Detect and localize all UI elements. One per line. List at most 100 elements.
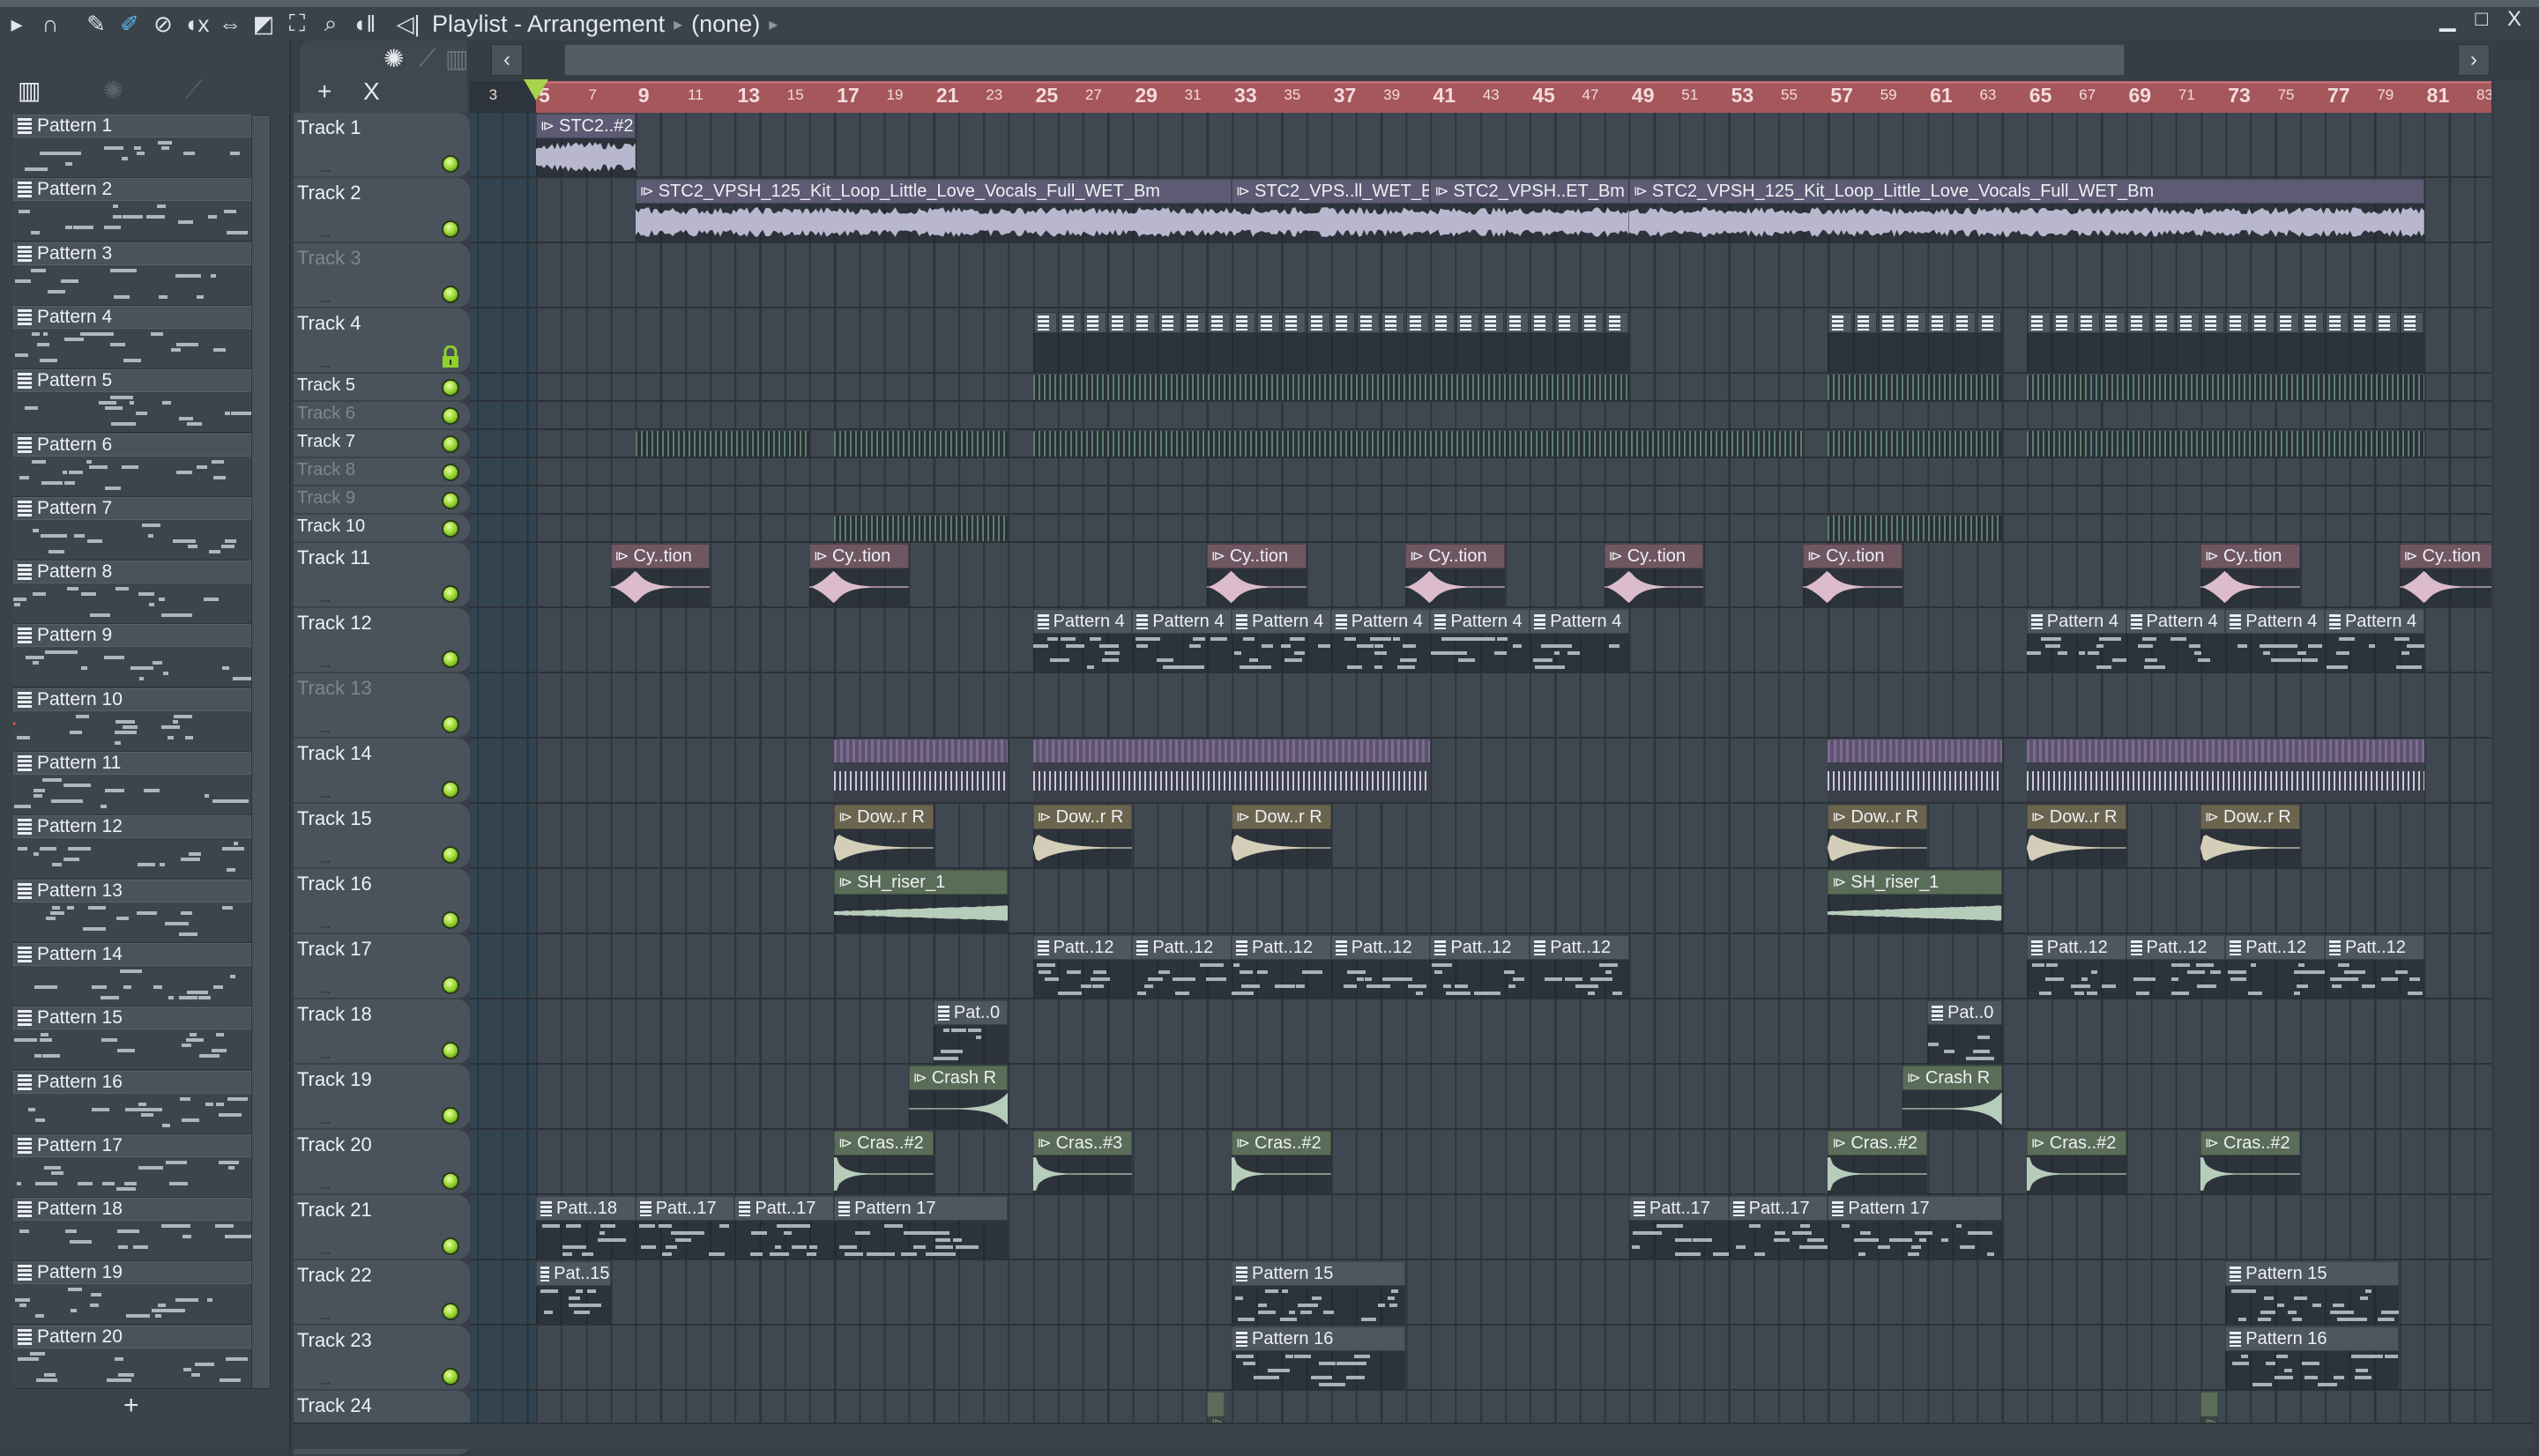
pattern-block[interactable] — [1431, 312, 1455, 333]
clip-header[interactable]: Patt..12 — [2225, 935, 2325, 960]
clip-header[interactable]: Pattern 4 — [1430, 609, 1530, 634]
timeline-ruler[interactable]: 3 5 7 9 11 13 15 17 19 21 23 25 27 29 31 33 35 37 39 41 43 45… — [470, 81, 2491, 113]
pattern-block[interactable] — [2201, 312, 2225, 333]
pattern-block[interactable] — [2251, 312, 2275, 333]
clip-header[interactable]: ⧐ Cras..#3 — [1032, 1131, 1133, 1155]
pattern-header[interactable]: Pattern 7 — [13, 496, 251, 520]
clip-header[interactable]: ⧐ Cy..tion — [808, 544, 909, 568]
audio-clip[interactable]: ⧐ Dow..r R — [1032, 805, 1133, 867]
clip-header[interactable]: ⧐ Cy..tion — [1803, 544, 1902, 568]
clip-header[interactable]: Pattern 4 — [1132, 609, 1232, 634]
clip-header[interactable]: Patt..12 — [1330, 935, 1431, 960]
clip-header[interactable]: Patt..12 — [2026, 935, 2126, 960]
track-enable-led[interactable] — [442, 1042, 459, 1059]
track-header[interactable]: Track 18... — [294, 999, 470, 1065]
pencil-draw-icon[interactable]: ✎ — [79, 9, 113, 39]
track-enable-led[interactable] — [442, 716, 459, 733]
clip-header[interactable]: Pattern 4 — [2126, 609, 2226, 634]
pattern-clip[interactable]: Pattern 4 — [1232, 609, 1331, 672]
pattern-block[interactable] — [2051, 312, 2076, 333]
pattern-header[interactable]: Pattern 18 — [13, 1198, 251, 1222]
track-menu[interactable]: ... — [320, 1177, 331, 1192]
pattern-item[interactable]: Pattern 15 — [13, 1007, 251, 1071]
track-enable-led[interactable] — [442, 977, 459, 994]
slice-icon[interactable]: ◩ — [247, 9, 280, 39]
pattern-header[interactable]: Pattern 10 — [13, 687, 251, 711]
pattern-block[interactable] — [2151, 312, 2175, 333]
track-menu[interactable]: ... — [320, 226, 331, 240]
track-header[interactable]: Track 15... — [294, 804, 470, 869]
track-enable-led[interactable] — [442, 286, 459, 303]
horizontal-scrollbar[interactable] — [294, 1423, 2533, 1449]
pattern-block[interactable] — [1853, 312, 1877, 333]
clip-header[interactable]: Pattern 16 — [2225, 1326, 2400, 1351]
pattern-header[interactable]: Pattern 14 — [13, 942, 251, 966]
clip-header[interactable]: Pat..15 — [536, 1261, 611, 1286]
clip-header[interactable]: ⧐ Crash R — [908, 1066, 1009, 1090]
track-menu[interactable]: ... — [320, 1243, 331, 1257]
track-header[interactable]: Track 13... — [294, 673, 470, 739]
pattern-item[interactable]: Pattern 17 — [13, 1133, 251, 1198]
clip-header[interactable]: Patt..12 — [1430, 935, 1530, 960]
clip-header[interactable]: ⧐ Cy..tion — [1206, 544, 1307, 568]
track-enable-led[interactable] — [442, 464, 459, 481]
clip-header[interactable]: Pat..0 — [933, 1000, 1009, 1025]
audio-wave-icon[interactable]: ✺ — [383, 44, 404, 73]
clip-header[interactable]: ⧐ STC2..#2 — [536, 114, 636, 138]
track-header[interactable]: Track 19... — [294, 1065, 470, 1130]
pattern-block[interactable] — [1480, 312, 1504, 333]
audio-clip[interactable]: ⧐ Cras..#2 — [2200, 1131, 2300, 1193]
audio-clip[interactable]: ⧐ STC2_VPSH_125_Kit_Loop_Little_Love_Voca… — [635, 179, 1232, 241]
track-menu[interactable]: ... — [320, 1373, 331, 1387]
track-header[interactable]: Track 10 — [294, 515, 470, 543]
pattern-clip[interactable]: Pattern 4 — [1330, 609, 1431, 672]
pattern-clip[interactable]: Patt..12 — [2324, 935, 2424, 998]
pattern-clip[interactable]: Pattern 15 — [2225, 1261, 2400, 1324]
clip-header[interactable]: ⧐ Dow..r R — [1032, 805, 1133, 829]
track-menu[interactable]: ... — [320, 591, 331, 605]
pattern-header[interactable]: Pattern 9 — [13, 624, 251, 648]
track-menu[interactable]: ... — [320, 721, 331, 735]
clip-header[interactable]: Patt..12 — [1032, 935, 1133, 960]
clip-header[interactable]: Pattern 4 — [2026, 609, 2126, 634]
pattern-item[interactable]: Pattern 7 — [13, 496, 251, 561]
pattern-item[interactable]: Pattern 4 — [13, 305, 251, 369]
clip-header[interactable]: ⧐ Cras..#2 — [2200, 1131, 2300, 1155]
clip-header[interactable]: Patt..12 — [2126, 935, 2226, 960]
stripes-clip[interactable] — [834, 431, 1009, 457]
track-enable-led[interactable] — [442, 585, 459, 603]
clip-header[interactable]: Patt..12 — [1530, 935, 1629, 960]
audio-clip[interactable]: ⧐ — [2200, 1392, 2218, 1423]
delete-button[interactable]: X — [363, 78, 380, 106]
track-header[interactable]: Track 23... — [294, 1326, 470, 1391]
clip-header[interactable]: ⧐ Dow..r R — [1232, 805, 1331, 829]
pattern-item[interactable]: Pattern 11 — [13, 752, 251, 815]
clip-header[interactable]: ⧐ STC2_VPSH_125_Kit_Loop_Little_Love_Voca… — [635, 179, 1232, 204]
pattern-clip[interactable]: Patt..12 — [1232, 935, 1331, 998]
track-enable-led[interactable] — [442, 911, 459, 929]
pattern-block[interactable] — [1506, 312, 1530, 333]
playhead-marker[interactable] — [524, 79, 548, 100]
clip-header[interactable]: ⧐ STC2_VPSH..ET_Bm #3 — [1430, 179, 1629, 204]
track-enable-led[interactable] — [442, 650, 459, 668]
track-enable-led[interactable] — [442, 435, 459, 453]
pattern-block[interactable] — [1133, 312, 1157, 333]
clip-header[interactable]: ⧐ Dow..r R — [834, 805, 934, 829]
close-button[interactable]: X — [2507, 7, 2521, 33]
pattern-block[interactable] — [1953, 312, 1977, 333]
pattern-item[interactable]: Pattern 2 — [13, 178, 251, 242]
pattern-block[interactable] — [1232, 312, 1256, 333]
pattern-block[interactable] — [2300, 312, 2324, 333]
track-header[interactable]: Track 6 — [294, 402, 470, 430]
pattern-block[interactable] — [1555, 312, 1579, 333]
automation-icon[interactable]: ⟋ — [185, 76, 203, 105]
pattern-item[interactable]: Pattern 16 — [13, 1070, 251, 1134]
pattern-block[interactable] — [1033, 312, 1057, 333]
track-enable-led[interactable] — [442, 520, 459, 538]
pattern-block[interactable] — [2350, 312, 2374, 333]
track-menu[interactable]: ... — [320, 356, 331, 370]
piano-icon[interactable]: ▥ — [18, 76, 41, 105]
track-enable-led[interactable] — [442, 492, 459, 509]
clip-header[interactable]: Patt..12 — [2324, 935, 2424, 960]
stripes-clip[interactable] — [1828, 375, 2002, 400]
